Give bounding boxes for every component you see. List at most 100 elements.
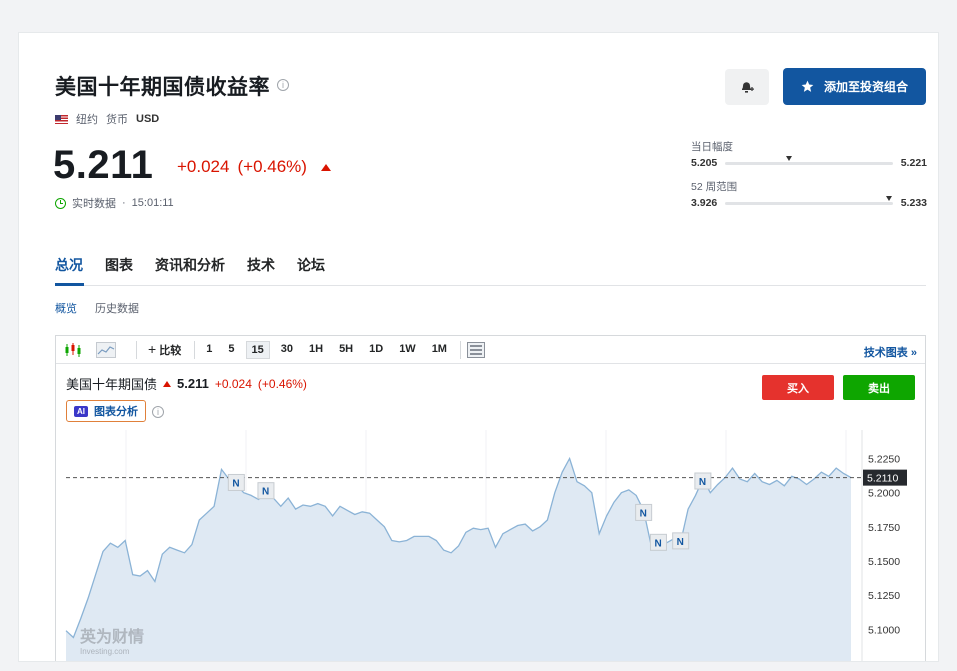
- news-marker[interactable]: N: [694, 472, 712, 490]
- week52-range: 52 周范围 3.926 5.233: [691, 179, 927, 209]
- news-marker-label: N: [640, 508, 647, 519]
- interval-5[interactable]: 5: [223, 341, 239, 359]
- week52-low: 3.926: [691, 197, 718, 209]
- y-tick-label: 5.1000: [868, 624, 900, 636]
- news-marker-label: N: [677, 537, 684, 548]
- clock-icon: [55, 197, 66, 209]
- sub-tabs: 概览 历史数据: [55, 300, 139, 316]
- interval-30[interactable]: 30: [276, 341, 298, 359]
- news-marker-label: N: [699, 477, 706, 488]
- ai-chart-analysis-button[interactable]: AI 图表分析: [66, 400, 146, 422]
- watermark-sub: Investing.com: [80, 647, 130, 656]
- info-icon[interactable]: i: [277, 79, 289, 91]
- tab-chart[interactable]: 图表: [105, 255, 133, 275]
- week52-range-marker: [886, 195, 893, 201]
- interval-buttons: 1 5 15 30 1H 5H 1D 1W 1M: [201, 340, 454, 359]
- news-marker-label: N: [262, 487, 269, 498]
- news-marker[interactable]: N: [227, 473, 245, 491]
- toolbar-separator: [136, 340, 137, 359]
- watermark-logo: 英为财情: [79, 627, 144, 646]
- chart-change: +0.024: [214, 376, 252, 391]
- update-time: 15:01:11: [131, 197, 174, 209]
- ai-icon: AI: [74, 405, 88, 417]
- add-to-portfolio-label: 添加至投资组合: [823, 80, 908, 94]
- subtab-summary[interactable]: 概览: [55, 300, 77, 316]
- active-tab-indicator: [55, 283, 84, 286]
- chart-header: 美国十年期国债 5.211 +0.024 (+0.46%): [66, 374, 307, 393]
- week52-range-bar: [725, 195, 893, 205]
- compare-button[interactable]: + 比较: [143, 339, 186, 360]
- y-tick-label: 5.1750: [868, 522, 900, 534]
- arrow-up-icon: [163, 380, 172, 387]
- last-price: 5.211: [53, 143, 154, 187]
- ai-analysis-label: 图表分析: [94, 406, 138, 418]
- news-marker-label: N: [232, 478, 239, 489]
- realtime-status: 实时数据 · 15:01:11: [55, 195, 174, 211]
- page-title: 美国十年期国债收益率: [55, 76, 270, 99]
- chart-toolbar: + 比较 1 5 15 30 1H 5H 1D 1W 1M 技术图表 »: [56, 336, 925, 364]
- day-high: 5.221: [900, 157, 927, 169]
- price-change: +0.024 (+0.46%): [177, 157, 331, 177]
- week52-range-label: 52 周范围: [691, 181, 738, 193]
- news-marker[interactable]: N: [635, 503, 653, 521]
- double-chevron-right-icon: »: [910, 347, 917, 359]
- plus-icon: +: [148, 341, 157, 357]
- star-icon: [801, 80, 814, 92]
- area-chart-icon[interactable]: [96, 341, 116, 358]
- main-tabs: 总况 图表 资讯和分析 技术 论坛: [55, 255, 325, 275]
- day-range-marker: [785, 155, 792, 161]
- day-range: 当日幅度 5.205 5.221: [691, 139, 927, 169]
- instrument-meta: 纽约 货币 USD: [55, 111, 159, 127]
- chart-instrument-name: 美国十年期国债: [66, 377, 158, 392]
- interval-1h[interactable]: 1H: [304, 341, 328, 359]
- day-low: 5.205: [691, 157, 718, 169]
- layout-icon[interactable]: [466, 341, 485, 358]
- price-area: [66, 458, 851, 661]
- arrow-up-icon: [320, 163, 331, 171]
- currency-label: 货币: [106, 114, 128, 126]
- y-tick-label: 5.1250: [868, 590, 900, 602]
- day-range-label: 当日幅度: [691, 141, 733, 153]
- change-value: +0.024: [177, 157, 230, 176]
- news-marker[interactable]: N: [649, 533, 667, 551]
- tab-forum[interactable]: 论坛: [297, 255, 325, 275]
- tab-overview[interactable]: 总况: [55, 255, 83, 275]
- add-to-portfolio-button[interactable]: 添加至投资组合: [783, 68, 926, 105]
- sell-button[interactable]: 卖出: [843, 375, 915, 400]
- y-tick-label: 5.2000: [868, 488, 900, 500]
- realtime-label: 实时数据: [72, 198, 116, 210]
- quote-card: 美国十年期国债收益率 i 纽约 货币 USD 5.211 +0.024 (+0.…: [18, 32, 939, 662]
- bell-plus-icon: [742, 82, 754, 93]
- week52-high: 5.233: [900, 197, 927, 209]
- tab-news-analysis[interactable]: 资讯和分析: [155, 255, 225, 275]
- interval-15[interactable]: 15: [245, 340, 270, 359]
- day-range-bar: [725, 155, 893, 165]
- currency-value: USD: [136, 113, 160, 125]
- technical-chart-link[interactable]: 技术图表 »: [864, 344, 917, 360]
- exchange-location: 纽约: [76, 114, 98, 126]
- subtab-history[interactable]: 历史数据: [95, 300, 139, 316]
- toolbar-separator: [459, 340, 461, 359]
- y-tick-label: 5.1500: [868, 556, 900, 568]
- tabs-divider: [55, 285, 926, 286]
- candlestick-icon[interactable]: [64, 342, 82, 358]
- last-price-label: 5.2110: [867, 473, 898, 485]
- interval-1d[interactable]: 1D: [364, 341, 388, 359]
- interval-1w[interactable]: 1W: [394, 341, 421, 359]
- chart-change-percent: (+0.46%): [257, 376, 307, 391]
- interval-5h[interactable]: 5H: [334, 341, 358, 359]
- info-icon[interactable]: i: [152, 406, 164, 418]
- add-alert-button[interactable]: [725, 69, 769, 105]
- interval-1m[interactable]: 1M: [427, 341, 452, 359]
- interval-1[interactable]: 1: [201, 341, 217, 359]
- price-chart[interactable]: 5.2250 5.2000 5.1750 5.1500 5.1250 5.1000 5.21…: [56, 430, 925, 662]
- toolbar-separator: [194, 340, 196, 359]
- news-marker[interactable]: N: [257, 482, 275, 500]
- news-marker[interactable]: N: [672, 532, 690, 550]
- chart-price: 5.211: [177, 376, 209, 391]
- tab-technical[interactable]: 技术: [247, 255, 275, 275]
- buy-button[interactable]: 买入: [762, 375, 834, 400]
- chart-widget: + 比较 1 5 15 30 1H 5H 1D 1W 1M 技术图表 » 美国十年期国债 5.2…: [55, 335, 926, 662]
- us-flag-icon: [55, 114, 68, 124]
- change-percent: (+0.46%): [237, 157, 307, 176]
